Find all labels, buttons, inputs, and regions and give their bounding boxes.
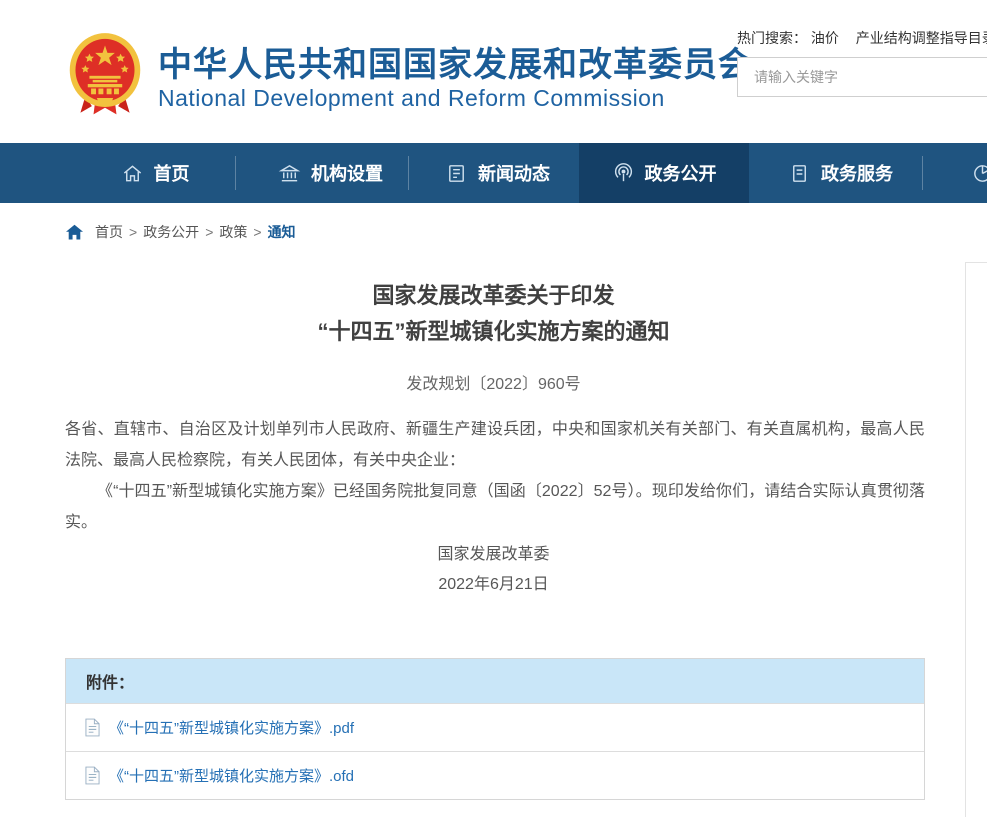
site-title-block: 中华人民共和国国家发展和改革委员会 National Development a… (158, 46, 753, 111)
search-box (737, 57, 987, 97)
attachments-box: 附件： 《“十四五”新型城镇化实施方案》.pdf 《“十四五”新型城镇化实施方案… (65, 658, 925, 800)
broadcast-icon (612, 162, 635, 185)
breadcrumb-item-policy[interactable]: 政策 (219, 222, 247, 242)
site-title-cn: 中华人民共和国国家发展和改革委员会 (158, 46, 753, 84)
document-title: 国家发展改革委关于印发 “十四五”新型城镇化实施方案的通知 (0, 278, 987, 350)
right-panel-edge (965, 262, 987, 817)
attachment-row-ofd: 《“十四五”新型城镇化实施方案》.ofd (66, 751, 924, 799)
attachment-link-pdf[interactable]: 《“十四五”新型城镇化实施方案》.pdf (109, 717, 354, 738)
institution-icon (278, 162, 301, 185)
document-title-line1: 国家发展改革委关于印发 (0, 278, 987, 314)
nav-item-organization[interactable]: 机构设置 (253, 143, 408, 203)
document-icon (788, 162, 811, 185)
search-input[interactable] (738, 58, 987, 96)
home-icon (121, 162, 144, 185)
document-signature-block: 国家发展改革委 2022年6月21日 (0, 540, 987, 600)
document-paragraph-recipients: 各省、直辖市、自治区及计划单列市人民政府、新疆生产建设兵团，中央和国家机关有关部… (65, 414, 925, 476)
attachment-row-pdf: 《“十四五”新型城镇化实施方案》.pdf (66, 703, 924, 751)
breadcrumb-separator: > (205, 224, 213, 240)
breadcrumb-home-icon[interactable] (65, 224, 84, 241)
document-title-line2: “十四五”新型城镇化实施方案的通知 (0, 314, 987, 350)
file-icon (85, 718, 100, 737)
document-body: 各省、直辖市、自治区及计划单列市人民政府、新疆生产建设兵团，中央和国家机关有关部… (65, 414, 925, 538)
document-number: 发改规划〔2022〕960号 (0, 370, 987, 394)
main-nav: 首页 机构设置 新闻动态 政 (0, 143, 987, 203)
document-signature: 国家发展改革委 (0, 540, 987, 570)
national-emblem-logo (64, 32, 146, 118)
nav-item-government-services[interactable]: 政务服务 (763, 143, 918, 203)
site-title-en: National Development and Reform Commissi… (158, 85, 753, 111)
news-icon (445, 162, 468, 185)
nav-item-label: 首页 (154, 160, 190, 186)
nav-item-home[interactable]: 首页 (105, 143, 205, 203)
breadcrumb-item-gov-open[interactable]: 政务公开 (143, 222, 199, 242)
nav-item-label: 政务公开 (645, 160, 717, 186)
nav-separator (922, 156, 923, 190)
breadcrumb-item-notice-current: 通知 (268, 222, 296, 242)
nav-separator (235, 156, 236, 190)
pie-chart-icon (971, 162, 987, 185)
hot-search-term-oil-price[interactable]: 油价 (811, 30, 839, 46)
site-header: 中华人民共和国国家发展和改革委员会 National Development a… (0, 0, 987, 143)
breadcrumb-separator: > (253, 224, 261, 240)
nav-item-label: 政务服务 (821, 160, 893, 186)
attachments-header: 附件： (66, 659, 924, 703)
nav-separator (408, 156, 409, 190)
file-icon (85, 766, 100, 785)
nav-item-label: 机构设置 (311, 160, 383, 186)
hot-search-label: 热门搜索： (737, 30, 807, 46)
breadcrumb-item-home[interactable]: 首页 (95, 222, 123, 242)
breadcrumb: 首页 > 政务公开 > 政策 > 通知 (65, 222, 296, 242)
attachment-link-ofd[interactable]: 《“十四五”新型城镇化实施方案》.ofd (109, 765, 354, 786)
nav-item-news[interactable]: 新闻动态 (420, 143, 575, 203)
nav-item-data-partial[interactable] (942, 143, 987, 203)
breadcrumb-separator: > (129, 224, 137, 240)
hot-search-bar: 热门搜索： 油价 产业结构调整指导目录 (737, 28, 987, 48)
document-paragraph-main: 《“十四五”新型城镇化实施方案》已经国务院批复同意（国函〔2022〕52号）。现… (65, 476, 925, 538)
document-date: 2022年6月21日 (0, 570, 987, 600)
page: 中华人民共和国国家发展和改革委员会 National Development a… (0, 0, 987, 817)
nav-item-label: 新闻动态 (478, 160, 550, 186)
nav-item-government-affairs-open[interactable]: 政务公开 (579, 143, 749, 203)
hot-search-term-industry-catalog[interactable]: 产业结构调整指导目录 (856, 30, 987, 46)
